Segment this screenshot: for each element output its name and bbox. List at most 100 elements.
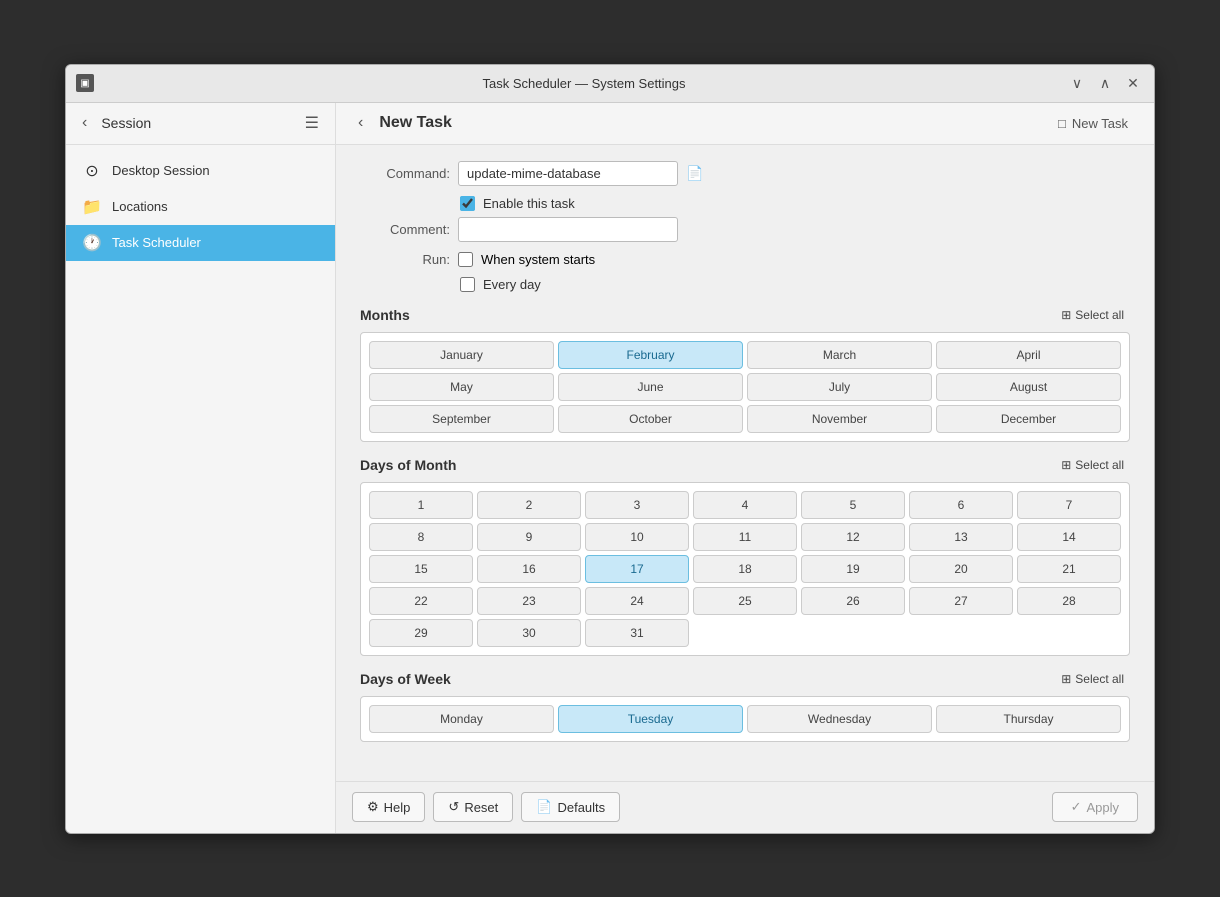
days-of-month-section-header: Days of Month ⊞ Select all xyxy=(360,456,1130,474)
day-of-month-button-4[interactable]: 4 xyxy=(693,491,797,519)
day-of-month-button-20[interactable]: 20 xyxy=(909,555,1013,583)
day-of-month-button-27[interactable]: 27 xyxy=(909,587,1013,615)
command-file-icon: 📄 xyxy=(686,165,703,182)
month-button-february[interactable]: February xyxy=(558,341,743,369)
task-scheduler-icon: 🕐 xyxy=(82,233,102,253)
day-of-month-button-10[interactable]: 10 xyxy=(585,523,689,551)
day-of-week-button-tuesday[interactable]: Tuesday xyxy=(558,705,743,733)
day-of-month-button-9[interactable]: 9 xyxy=(477,523,581,551)
defaults-button[interactable]: 📄 Defaults xyxy=(521,792,620,822)
sidebar-back-button[interactable]: ‹ xyxy=(76,112,93,134)
day-of-week-button-wednesday[interactable]: Wednesday xyxy=(747,705,932,733)
day-of-month-button-26[interactable]: 26 xyxy=(801,587,905,615)
help-button[interactable]: ⚙ Help xyxy=(352,792,425,822)
sidebar-items: ⊙ Desktop Session 📁 Locations 🕐 Task Sch… xyxy=(66,145,335,269)
minimize-button[interactable]: ∨ xyxy=(1066,72,1088,94)
day-of-month-button-18[interactable]: 18 xyxy=(693,555,797,583)
day-of-week-button-monday[interactable]: Monday xyxy=(369,705,554,733)
close-button[interactable]: ✕ xyxy=(1122,72,1144,94)
day-of-month-button-7[interactable]: 7 xyxy=(1017,491,1121,519)
command-input[interactable] xyxy=(458,161,678,186)
day-of-month-button-31[interactable]: 31 xyxy=(585,619,689,647)
day-of-month-button-28[interactable]: 28 xyxy=(1017,587,1121,615)
day-of-month-button-16[interactable]: 16 xyxy=(477,555,581,583)
desktop-session-icon: ⊙ xyxy=(82,161,102,181)
day-of-month-button-11[interactable]: 11 xyxy=(693,523,797,551)
day-of-month-button-5[interactable]: 5 xyxy=(801,491,905,519)
day-of-month-button-17[interactable]: 17 xyxy=(585,555,689,583)
window-controls: ∨ ∧ ✕ xyxy=(1066,72,1144,94)
month-button-may[interactable]: May xyxy=(369,373,554,401)
days-of-week-select-all-button[interactable]: ⊞ Select all xyxy=(1055,670,1130,688)
day-of-month-button-22[interactable]: 22 xyxy=(369,587,473,615)
comment-row: Comment: xyxy=(360,217,1130,242)
run-system-starts-checkbox[interactable] xyxy=(458,252,473,267)
enable-checkbox[interactable] xyxy=(460,196,475,211)
reset-button[interactable]: ↺ Reset xyxy=(433,792,513,822)
comment-input[interactable] xyxy=(458,217,678,242)
sidebar-item-label-desktop-session: Desktop Session xyxy=(112,163,210,178)
day-of-month-button-8[interactable]: 8 xyxy=(369,523,473,551)
content-back-button[interactable]: ‹ xyxy=(352,112,369,134)
month-button-august[interactable]: August xyxy=(936,373,1121,401)
new-task-button[interactable]: □ New Task xyxy=(1048,112,1138,135)
bottom-toolbar: ⚙ Help ↺ Reset 📄 Defaults ✓ Apply xyxy=(336,781,1154,833)
run-everyday-row: Every day xyxy=(460,277,1130,292)
day-of-month-button-6[interactable]: 6 xyxy=(909,491,1013,519)
day-of-month-button-25[interactable]: 25 xyxy=(693,587,797,615)
month-button-june[interactable]: June xyxy=(558,373,743,401)
sidebar-item-task-scheduler[interactable]: 🕐 Task Scheduler xyxy=(66,225,335,261)
run-every-day-checkbox[interactable] xyxy=(460,277,475,292)
month-button-october[interactable]: October xyxy=(558,405,743,433)
day-of-month-button-2[interactable]: 2 xyxy=(477,491,581,519)
day-of-month-button-21[interactable]: 21 xyxy=(1017,555,1121,583)
sidebar-item-desktop-session[interactable]: ⊙ Desktop Session xyxy=(66,153,335,189)
month-button-december[interactable]: December xyxy=(936,405,1121,433)
window-title: Task Scheduler — System Settings xyxy=(102,76,1066,91)
day-of-month-button-3[interactable]: 3 xyxy=(585,491,689,519)
day-of-week-button-thursday[interactable]: Thursday xyxy=(936,705,1121,733)
month-button-march[interactable]: March xyxy=(747,341,932,369)
maximize-button[interactable]: ∧ xyxy=(1094,72,1116,94)
month-button-july[interactable]: July xyxy=(747,373,932,401)
month-button-april[interactable]: April xyxy=(936,341,1121,369)
sidebar-item-label-task-scheduler: Task Scheduler xyxy=(112,235,201,250)
apply-button[interactable]: ✓ Apply xyxy=(1052,792,1138,822)
months-select-all-button[interactable]: ⊞ Select all xyxy=(1055,306,1130,324)
days-of-week-title: Days of Week xyxy=(360,671,451,687)
day-of-month-button-24[interactable]: 24 xyxy=(585,587,689,615)
day-of-month-button-15[interactable]: 15 xyxy=(369,555,473,583)
days-of-week-grid: MondayTuesdayWednesdayThursday xyxy=(360,696,1130,742)
months-select-all-label: Select all xyxy=(1075,308,1124,322)
days-of-month-select-all-label: Select all xyxy=(1075,458,1124,472)
day-of-month-button-12[interactable]: 12 xyxy=(801,523,905,551)
days-of-week-select-all-label: Select all xyxy=(1075,672,1124,686)
main-window: ▣ Task Scheduler — System Settings ∨ ∧ ✕… xyxy=(65,64,1155,834)
enable-row: Enable this task xyxy=(460,196,1130,211)
day-of-month-button-29[interactable]: 29 xyxy=(369,619,473,647)
content-area: ‹ New Task □ New Task Command: 📄 Enable xyxy=(336,103,1154,833)
month-button-november[interactable]: November xyxy=(747,405,932,433)
sidebar-header: ‹ Session ☰ xyxy=(66,103,335,145)
days-select-all-icon: ⊞ xyxy=(1061,458,1071,472)
day-of-month-button-1[interactable]: 1 xyxy=(369,491,473,519)
comment-label: Comment: xyxy=(360,222,450,237)
content-scroll[interactable]: Command: 📄 Enable this task Comment: Run… xyxy=(336,145,1154,781)
month-button-september[interactable]: September xyxy=(369,405,554,433)
days-of-month-select-all-button[interactable]: ⊞ Select all xyxy=(1055,456,1130,474)
sidebar-item-locations[interactable]: 📁 Locations xyxy=(66,189,335,225)
day-of-month-button-13[interactable]: 13 xyxy=(909,523,1013,551)
month-button-january[interactable]: January xyxy=(369,341,554,369)
sidebar-item-label-locations: Locations xyxy=(112,199,168,214)
defaults-label: Defaults xyxy=(557,800,605,815)
day-of-month-button-23[interactable]: 23 xyxy=(477,587,581,615)
day-of-month-button-30[interactable]: 30 xyxy=(477,619,581,647)
run-label: Run: xyxy=(360,252,450,267)
new-task-label: New Task xyxy=(1072,116,1128,131)
days-of-week-section-header: Days of Week ⊞ Select all xyxy=(360,670,1130,688)
months-section-header: Months ⊞ Select all xyxy=(360,306,1130,324)
day-of-month-button-14[interactable]: 14 xyxy=(1017,523,1121,551)
app-icon: ▣ xyxy=(76,74,94,92)
day-of-month-button-19[interactable]: 19 xyxy=(801,555,905,583)
sidebar-menu-button[interactable]: ☰ xyxy=(299,111,325,135)
